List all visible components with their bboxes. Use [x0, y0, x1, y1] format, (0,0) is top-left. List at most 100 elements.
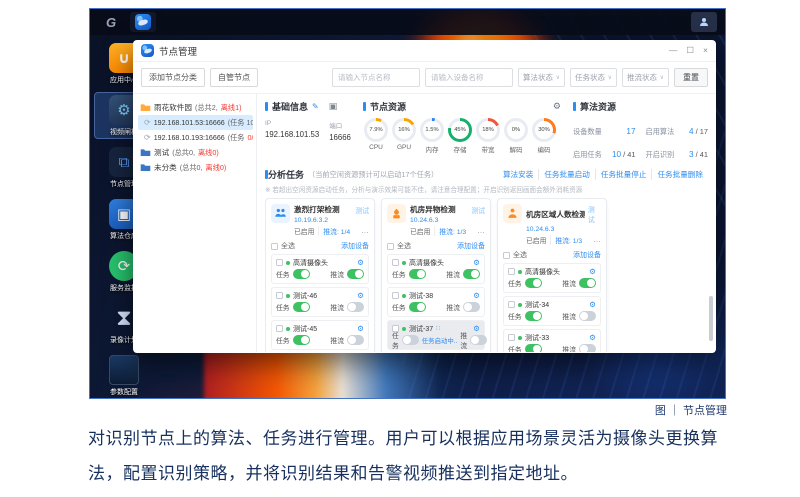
body-paragraph: 对识别节点上的算法、任务进行管理。用户可以根据应用场景灵活为摄像头更换算法，配置…: [88, 421, 743, 491]
gauge-storage: 45% 存储: [447, 118, 473, 154]
add-node-category-button[interactable]: 添加节点分类: [141, 68, 205, 87]
device-settings-icon[interactable]: ⚙: [357, 291, 364, 300]
add-device-link[interactable]: 添加设备: [573, 250, 601, 260]
task-toggle[interactable]: [402, 335, 419, 345]
task-toggle[interactable]: [525, 344, 542, 352]
card-menu-icon[interactable]: …: [593, 238, 601, 242]
people-icon: [271, 204, 290, 223]
task-card-headcount: 机房区域人数检测测试 10.24.6.3 已启用 推流: 1/3 …: [497, 198, 607, 352]
node-name-input[interactable]: [332, 68, 420, 87]
batch-start-link[interactable]: 任务批量启动: [538, 169, 595, 180]
device-name-input[interactable]: [425, 68, 513, 87]
logo-icon: G: [106, 15, 116, 30]
install-algo-link[interactable]: 算法安装: [498, 169, 538, 180]
gauge-gpu: 16% GPU: [391, 118, 417, 154]
reset-button[interactable]: 重置: [674, 68, 708, 87]
task-toggle[interactable]: [293, 335, 310, 345]
node-port-value: 16666: [329, 133, 351, 142]
close-button[interactable]: ×: [703, 45, 708, 56]
device-settings-icon[interactable]: ⚙: [473, 291, 480, 300]
stat-enabled-algos: 启用算法 4 / 17: [646, 121, 709, 139]
minimize-button[interactable]: —: [669, 45, 678, 56]
push-toggle[interactable]: [463, 302, 480, 312]
device-checkbox[interactable]: [508, 334, 515, 341]
task-card-fight-detection: 激烈打架检测测试 10.19.6.3.2 已启用 推流: 1/4 …: [265, 198, 375, 352]
device-settings-icon[interactable]: ⚙: [357, 324, 364, 333]
node-ip-value: 192.168.101.53: [265, 130, 319, 139]
taskbar: G: [90, 9, 725, 35]
algo-status-select[interactable]: 算法状态 ∨: [518, 68, 565, 87]
push-toggle[interactable]: [579, 344, 596, 352]
resource-hint: ※ 若超出空闲资源启动任务，分析与演示效果可能不佳，请注意合理配置；开启识别返回…: [265, 184, 708, 194]
self-managed-node-button[interactable]: 自管节点: [210, 68, 258, 87]
taskbar-logo-button[interactable]: G: [98, 12, 124, 32]
device-checkbox[interactable]: [276, 292, 283, 299]
task-toggle[interactable]: [525, 278, 542, 288]
task-toggle[interactable]: [525, 311, 542, 321]
user-button[interactable]: [691, 12, 717, 32]
push-toggle[interactable]: [463, 269, 480, 279]
folder-icon: [140, 163, 151, 172]
task-card-foreign-object: 机房异物检测测试 10.24.6.3 已启用 推流: 1/3 …: [381, 198, 491, 352]
task-status-select[interactable]: 任务状态 ∨: [570, 68, 617, 87]
task-toggle[interactable]: [409, 302, 426, 312]
batch-stop-link[interactable]: 任务批量停止: [595, 169, 652, 180]
device-checkbox[interactable]: [392, 259, 399, 266]
test-tag: 测试: [468, 205, 485, 215]
device-checkbox[interactable]: [392, 292, 399, 299]
select-all-checkbox[interactable]: [387, 243, 394, 250]
device-row: 测试-33 ⚙ 任务 推流: [503, 329, 601, 352]
desktop-icon-settings[interactable]: 参数配置: [95, 353, 153, 398]
taskbar-app-button[interactable]: [130, 12, 156, 32]
batch-delete-link[interactable]: 任务批量删除: [651, 169, 708, 180]
task-starting-note: 任务启动中..: [422, 336, 458, 345]
add-device-link[interactable]: 添加设备: [457, 241, 485, 251]
online-dot: [518, 303, 522, 307]
card-menu-icon[interactable]: …: [477, 229, 485, 233]
push-toggle[interactable]: [579, 278, 596, 288]
task-toggle[interactable]: [409, 269, 426, 279]
user-icon: [698, 16, 710, 28]
push-toggle[interactable]: [470, 335, 487, 345]
task-toggle[interactable]: [293, 302, 310, 312]
refresh-icon: ⟳: [144, 118, 151, 127]
tree-node-193[interactable]: ⟳ 192.168.10.193:16666 (任务 0/0 ): [138, 130, 253, 145]
device-settings-icon[interactable]: ⚙: [589, 333, 596, 342]
select-all-checkbox[interactable]: [503, 252, 510, 259]
add-device-link[interactable]: 添加设备: [341, 241, 369, 251]
device-settings-icon[interactable]: ⚙: [589, 267, 596, 276]
console-icon[interactable]: ▣: [329, 101, 338, 112]
device-checkbox[interactable]: [508, 268, 515, 275]
stat-device-count: 设备数量 17: [573, 121, 636, 139]
push-toggle[interactable]: [347, 335, 364, 345]
device-checkbox[interactable]: [508, 301, 515, 308]
scrollbar[interactable]: [709, 296, 713, 341]
resources-settings-icon[interactable]: ⚙: [553, 101, 561, 112]
card-menu-icon[interactable]: …: [361, 229, 369, 233]
push-toggle[interactable]: [579, 311, 596, 321]
tree-node-53[interactable]: ⟳ 192.168.101.53:16666 (任务 10/41) ⚙: [138, 115, 253, 130]
device-settings-icon[interactable]: ⚙: [357, 258, 364, 267]
device-row: 高清摄像头 ⚙ 任务 推流: [387, 254, 485, 284]
push-toggle[interactable]: [347, 269, 364, 279]
gauge-decode: 0% 解码: [503, 118, 529, 154]
push-toggle[interactable]: [347, 302, 364, 312]
basic-info-section: 基础信息 ✎ ▣ IP 192.168.101.53 端口: [265, 100, 351, 142]
tree-group-test[interactable]: 测试 (总共0, 离线0): [138, 145, 253, 160]
device-checkbox[interactable]: [276, 325, 283, 332]
algo-resources-section: 算法资源 设备数量 17 启用算法 4 / 17: [573, 100, 708, 162]
device-checkbox[interactable]: [276, 259, 283, 266]
task-toggle[interactable]: [293, 269, 310, 279]
tree-group-yuhua[interactable]: 雨花软件园 (总共2, 离线1): [138, 100, 253, 115]
maximize-button[interactable]: ☐: [686, 45, 694, 56]
device-settings-icon[interactable]: ⚙: [473, 258, 480, 267]
device-settings-icon[interactable]: ⚙: [473, 324, 480, 333]
device-row: 测试-46 ⚙ 任务 推流: [271, 287, 369, 317]
online-dot: [286, 294, 290, 298]
edit-icon[interactable]: ✎: [312, 102, 319, 111]
person-icon: [503, 204, 522, 223]
tree-group-unclassified[interactable]: 未分类 (总共0, 离线0): [138, 160, 253, 175]
push-status-select[interactable]: 推流状态 ∨: [622, 68, 669, 87]
device-settings-icon[interactable]: ⚙: [589, 300, 596, 309]
select-all-checkbox[interactable]: [271, 243, 278, 250]
